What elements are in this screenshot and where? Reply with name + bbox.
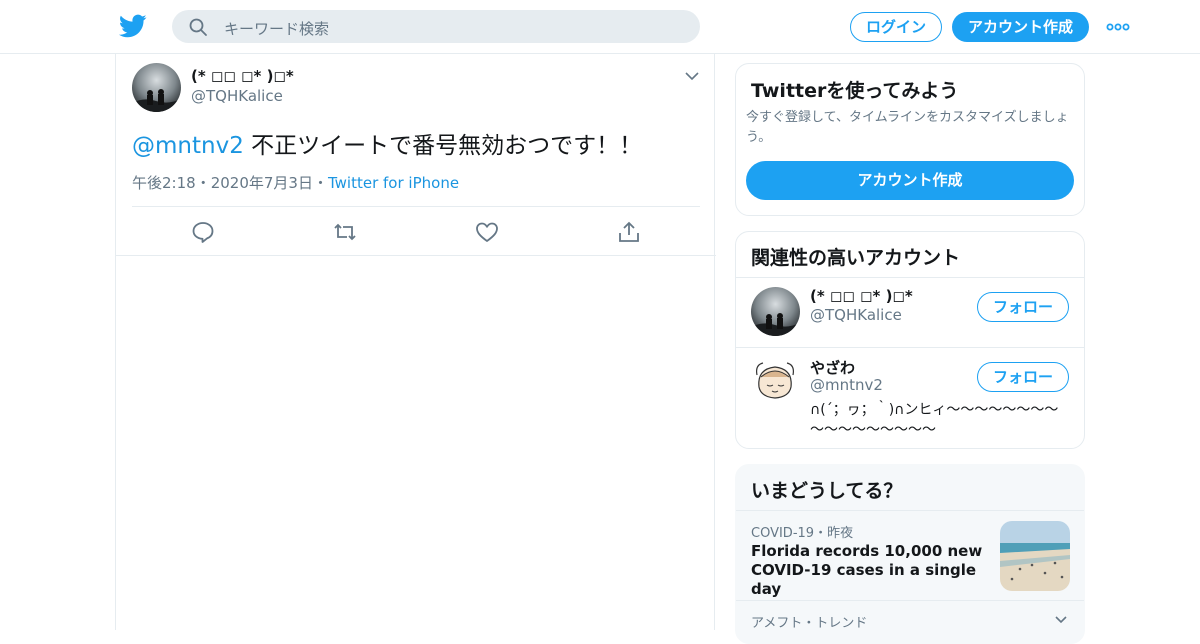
- account-handle[interactable]: @mntnv2: [810, 376, 883, 394]
- reply-icon[interactable]: [191, 221, 215, 243]
- tweet-column: (* ◻◻ ◻* )◻* @TQHKalice @mntnv2 不正ツイートで番…: [115, 54, 716, 630]
- chevron-down-icon[interactable]: [1054, 615, 1068, 625]
- account-handle[interactable]: @TQHKalice: [810, 306, 902, 324]
- trends-card: いまどうしてる？ COVID-19・昨夜 Florida records 10,…: [735, 464, 1085, 644]
- tweet-author-name[interactable]: (* ◻◻ ◻* )◻*: [191, 67, 294, 85]
- login-button[interactable]: ログイン: [850, 12, 942, 42]
- share-icon[interactable]: [617, 221, 641, 243]
- meta-separator: ・: [814, 526, 828, 541]
- trend-meta: COVID-19・昨夜: [751, 522, 853, 541]
- account-bio: ∩(´；ヮ；｀)∩ンヒィ～～～～～～～～～～～～～～～～～: [810, 402, 1059, 438]
- search-placeholder: キーワード検索: [224, 20, 330, 38]
- trend-category: アメフト・トレンド: [751, 616, 868, 631]
- divider: [736, 347, 1084, 348]
- meta-separator: ・: [312, 174, 328, 192]
- meta-separator: ・: [195, 174, 211, 192]
- follow-button[interactable]: フォロー: [977, 362, 1069, 392]
- tweet-meta: 午後2:18・2020年7月3日・Twitter for iPhone: [132, 172, 459, 193]
- tweet-actions: [116, 207, 716, 256]
- tweet-source-link[interactable]: Twitter for iPhone: [328, 174, 459, 192]
- avatar-image: [751, 287, 800, 336]
- signup-button[interactable]: アカウント作成: [952, 12, 1089, 42]
- chevron-down-icon[interactable]: [684, 70, 700, 82]
- tweet-time[interactable]: 午後2:18: [132, 174, 196, 192]
- like-icon[interactable]: [475, 221, 499, 243]
- divider: [116, 255, 716, 256]
- related-accounts-card: 関連性の高いアカウント (* ◻◻ ◻* )◻* @TQHKalice フォロー: [735, 231, 1085, 449]
- signup-card: Twitterを使ってみよう 今すぐ登録して、タイムラインをカスタマイズしましょ…: [735, 63, 1085, 216]
- search-icon: [189, 18, 207, 36]
- search-box[interactable]: キーワード検索: [172, 10, 700, 43]
- tweet-body: 不正ツイートで番号無効おつです！！: [243, 133, 643, 159]
- follow-button[interactable]: フォロー: [977, 292, 1069, 322]
- avatar[interactable]: [132, 63, 181, 112]
- trends-title: いまどうしてる？: [751, 480, 903, 502]
- trend-thumbnail[interactable]: [1000, 521, 1070, 591]
- twitter-bird-icon[interactable]: [119, 12, 147, 40]
- avatar[interactable]: [751, 287, 800, 336]
- account-name[interactable]: (* ◻◻ ◻* )◻*: [810, 287, 913, 305]
- divider: [736, 600, 1084, 601]
- beach-image: [1000, 521, 1070, 591]
- tweet-author-handle[interactable]: @TQHKalice: [191, 87, 283, 105]
- tweet-date[interactable]: 2020年7月3日: [211, 174, 313, 192]
- avatar-image: [751, 357, 800, 406]
- avatar[interactable]: [751, 357, 800, 406]
- trend-headline[interactable]: Florida records 10,000 new COVID-19 case…: [751, 542, 996, 599]
- signup-card-title: Twitterを使ってみよう: [751, 80, 959, 102]
- divider: [736, 277, 1084, 278]
- signup-card-button[interactable]: アカウント作成: [746, 161, 1074, 200]
- more-dots-icon[interactable]: [1106, 22, 1130, 32]
- account-name[interactable]: やざわ: [810, 357, 855, 378]
- retweet-icon[interactable]: [333, 221, 357, 243]
- divider: [736, 510, 1084, 511]
- signup-card-description: 今すぐ登録して、タイムラインをカスタマイズしましょう。: [746, 110, 1069, 145]
- trend-category: COVID-19: [751, 526, 815, 541]
- mention-link[interactable]: @mntnv2: [132, 133, 244, 159]
- avatar-image: [132, 63, 181, 112]
- related-accounts-title: 関連性の高いアカウント: [751, 247, 961, 269]
- trend-time: 昨夜: [827, 526, 854, 541]
- tweet-text: @mntnv2 不正ツイートで番号無効おつです！！: [132, 126, 642, 160]
- top-navigation-bar: キーワード検索 ログイン アカウント作成: [0, 0, 1200, 54]
